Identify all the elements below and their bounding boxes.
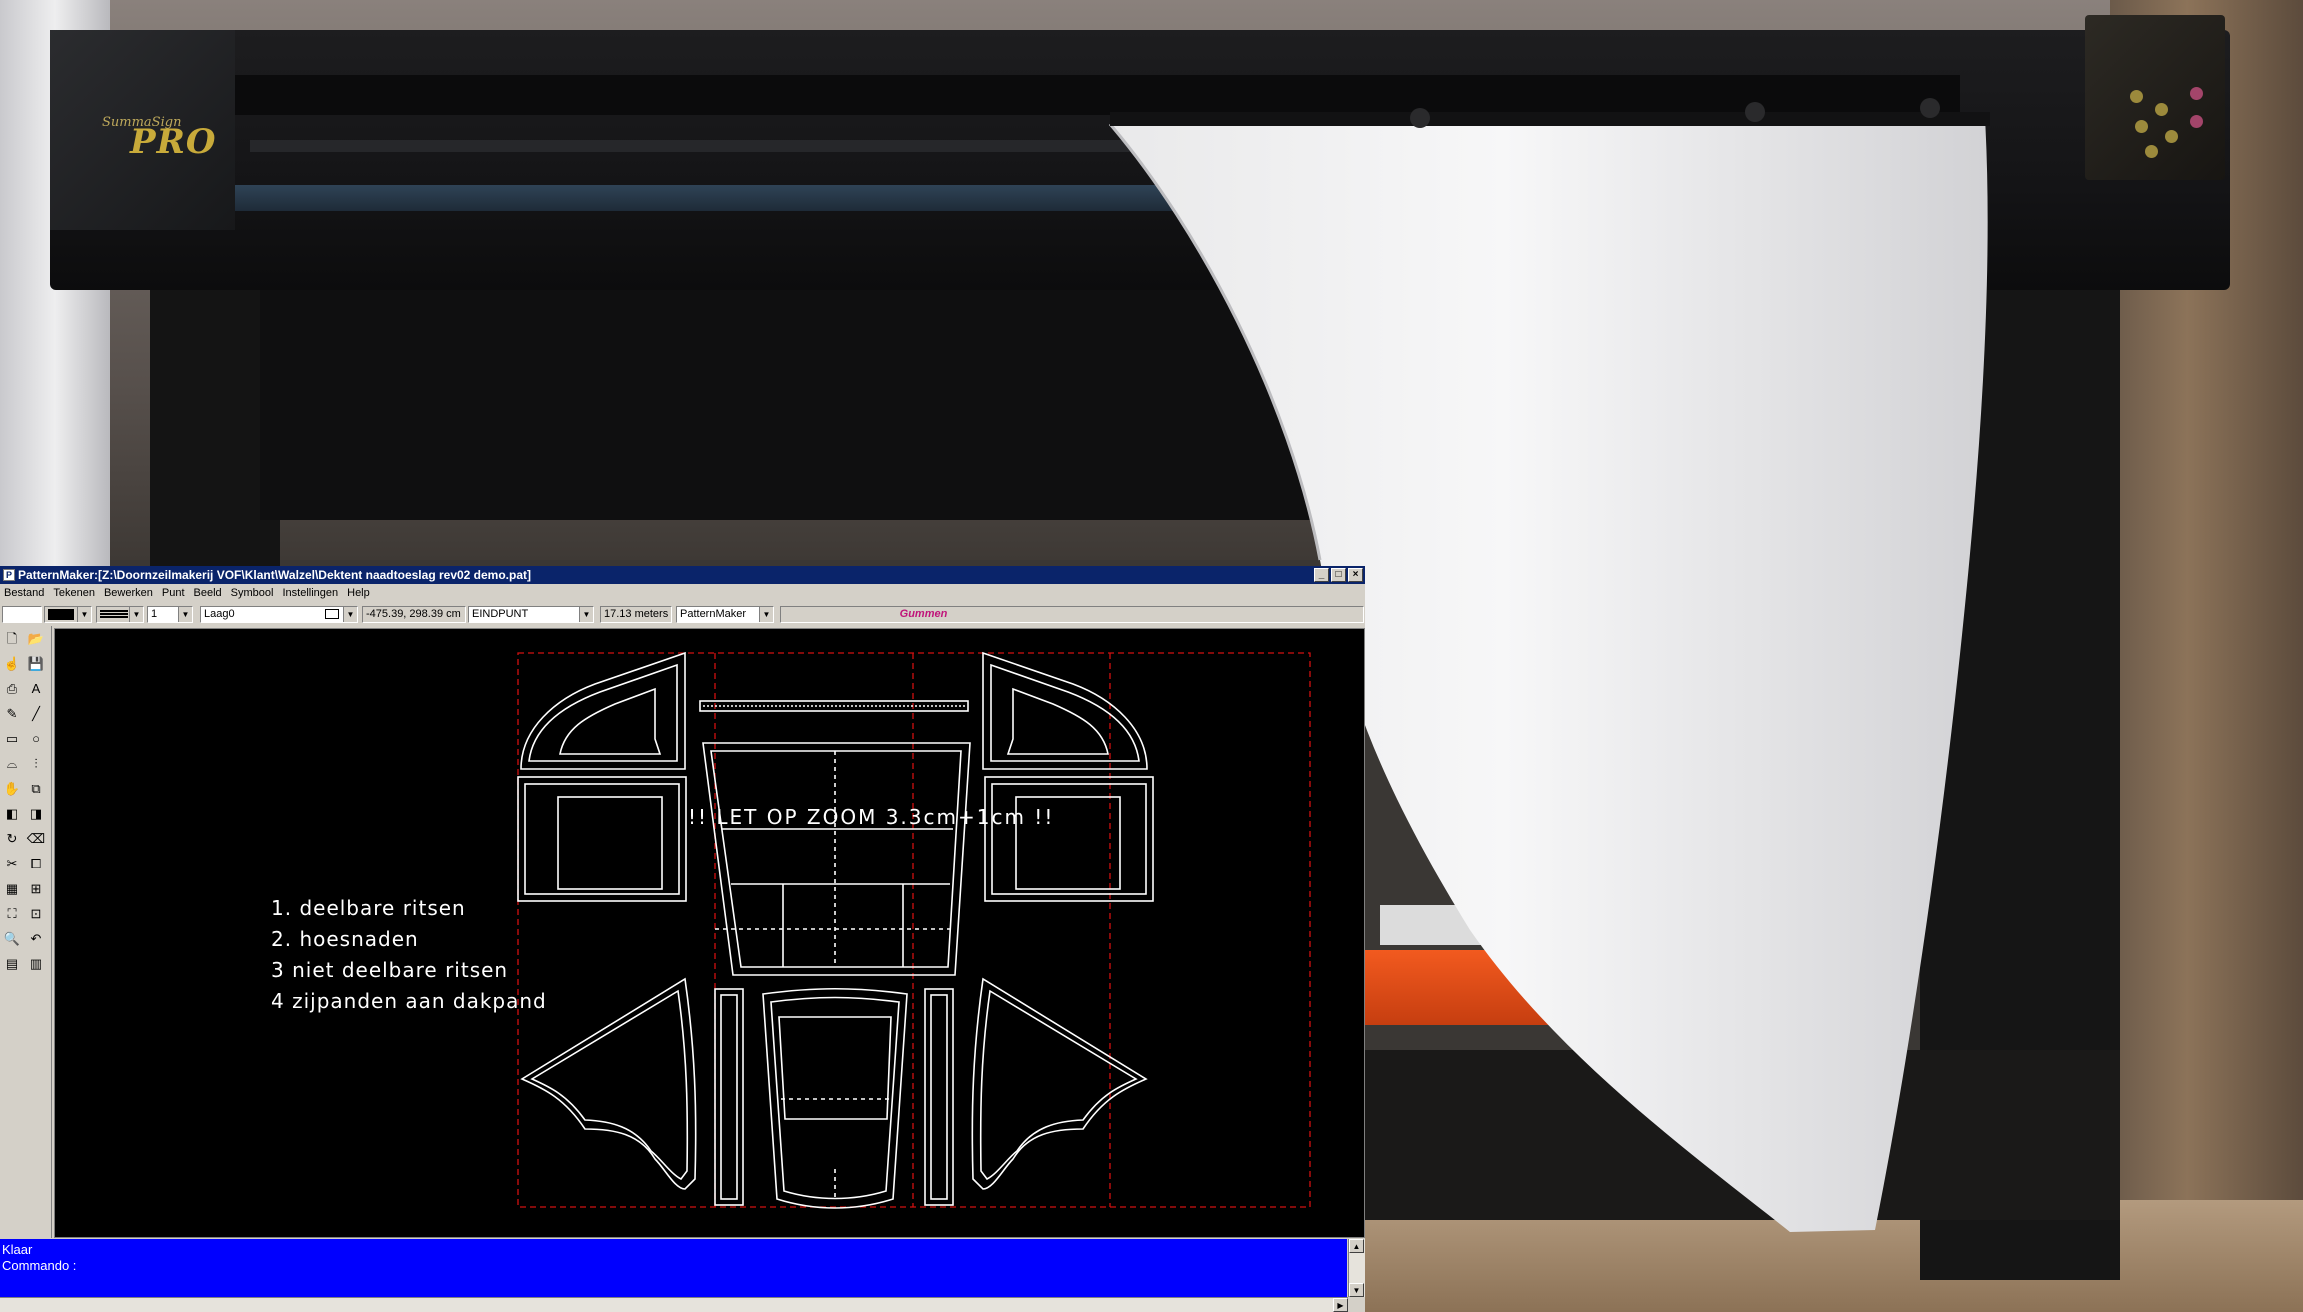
line-width-select[interactable]: 1 ▼ <box>147 606 193 623</box>
menu-help[interactable]: Help <box>343 585 375 602</box>
bridge-tool-icon[interactable]: ⌓ <box>2 754 22 774</box>
window-controls: _ □ × <box>1314 568 1363 582</box>
pattern-drawing <box>517 651 1311 1209</box>
restore-button[interactable]: □ <box>1331 568 1346 582</box>
line-style-icon <box>100 610 128 613</box>
pattern-piece-left-window <box>517 776 687 902</box>
chevron-down-icon[interactable]: ▼ <box>759 607 773 622</box>
sheet-border <box>517 652 1311 1208</box>
menu-punt[interactable]: Punt <box>158 585 190 602</box>
chevron-down-icon[interactable]: ▼ <box>77 607 91 622</box>
save-icon[interactable]: 💾 <box>26 654 46 674</box>
pattern-piece-bottom-left <box>520 977 697 1190</box>
title-bar[interactable]: P PatternMaker:[Z:\Doornzeilmakerij VOF\… <box>0 566 1365 584</box>
chevron-down-icon[interactable]: ▼ <box>129 607 143 622</box>
app-icon: P <box>3 569 15 581</box>
line-color-swatch <box>48 609 74 620</box>
pattern-piece-top-right <box>982 651 1148 770</box>
screenshot-root: SummaSign PRO P PatternMaker:[Z:\Doornze… <box>0 0 2303 1312</box>
zipper-strip <box>699 700 969 712</box>
command-prompt: Commando : <box>2 1258 77 1273</box>
copy-shape-icon[interactable]: ⧉ <box>26 779 46 799</box>
menu-beeld[interactable]: Beeld <box>190 585 227 602</box>
menu-bar: Bestand Tekenen Bewerken Punt Beeld Symb… <box>0 585 1365 602</box>
circle-tool-icon[interactable]: ○ <box>26 729 46 749</box>
status-vertical-scrollbar[interactable]: ▲ ▼ <box>1348 1239 1365 1297</box>
snap-mode-select[interactable]: EINDPUNT ▼ <box>468 606 594 623</box>
length-readout: 17.13 meters <box>600 606 672 623</box>
menu-instellingen[interactable]: Instellingen <box>278 585 343 602</box>
minimize-button[interactable]: _ <box>1314 568 1329 582</box>
node-tool-icon[interactable]: ⊞ <box>26 879 46 899</box>
scroll-up-icon[interactable]: ▲ <box>1349 1239 1364 1253</box>
pattern-piece-right-window <box>984 776 1154 902</box>
menu-bestand[interactable]: Bestand <box>0 585 49 602</box>
layers-icon[interactable]: ▤ <box>2 954 22 974</box>
command-line[interactable]: Commando : <box>2 1258 1345 1274</box>
pan-hand-icon[interactable]: ✋ <box>2 779 22 799</box>
text-tool-icon[interactable]: A <box>26 679 46 699</box>
new-file-icon[interactable]: 🗋 <box>2 629 22 649</box>
pattern-pieces <box>517 651 1154 1209</box>
pattern-piece-strips <box>714 988 954 1206</box>
line-width-value: 1 <box>151 608 158 620</box>
open-folder-icon[interactable]: 📂 <box>26 629 46 649</box>
offset-tool-icon[interactable]: ⧠ <box>26 854 46 874</box>
chevron-down-icon[interactable]: ▼ <box>178 607 192 622</box>
pattern-piece-top-left <box>520 651 686 770</box>
close-button[interactable]: × <box>1348 568 1363 582</box>
mode-value: PatternMaker <box>680 608 747 620</box>
line-color-select[interactable]: ▼ <box>44 606 92 623</box>
magnifier-icon[interactable]: 🔍 <box>2 929 22 949</box>
scroll-down-icon[interactable]: ▼ <box>1349 1283 1364 1297</box>
pattern-piece-roof <box>702 742 971 976</box>
menu-bewerken[interactable]: Bewerken <box>100 585 158 602</box>
window-title: PatternMaker:[Z:\Doornzeilmakerij VOF\Kl… <box>18 568 532 582</box>
zoom-warning-note: !! LET OP ZOOM 3.3cm+1cm !! <box>688 805 1055 829</box>
pointer-icon[interactable]: ☝ <box>2 654 22 674</box>
mirror-tool-icon[interactable]: ◧ <box>2 804 22 824</box>
undo-icon[interactable]: ↶ <box>26 929 46 949</box>
plot-sheet-outline <box>517 652 1311 1208</box>
line-style-select[interactable]: ▼ <box>96 606 144 623</box>
rotate-tool-icon[interactable]: ↻ <box>2 829 22 849</box>
fill-color-swatch[interactable] <box>2 606 42 623</box>
layer-select[interactable]: Laag0 ▼ <box>200 606 358 623</box>
chevron-down-icon[interactable]: ▼ <box>343 607 357 622</box>
menu-tekenen[interactable]: Tekenen <box>49 585 100 602</box>
layer-color-icon <box>325 609 339 619</box>
patternmaker-window: P PatternMaker:[Z:\Doornzeilmakerij VOF\… <box>0 566 1365 1312</box>
scissors-icon[interactable]: ✂ <box>2 854 22 874</box>
coordinate-value: -475.39, 298.39 cm <box>366 608 461 620</box>
layer-value: Laag0 <box>204 608 235 620</box>
length-value: 17.13 meters <box>604 608 669 620</box>
mode-select[interactable]: PatternMaker ▼ <box>676 606 774 623</box>
flip-tool-icon[interactable]: ◨ <box>26 804 46 824</box>
property-toolbar: ▼ ▼ 1 ▼ Laag0 ▼ -475.39, 298.39 cm EINDP… <box>0 603 1365 625</box>
snap-mode-value: EINDPUNT <box>472 608 529 620</box>
chevron-down-icon[interactable]: ▼ <box>579 607 593 622</box>
line-tool-icon[interactable]: ╱ <box>26 704 46 724</box>
zoom-window-icon[interactable]: ⊡ <box>26 904 46 924</box>
rectangle-tool-icon[interactable]: ▭ <box>2 729 22 749</box>
grid-tool-icon[interactable]: ▦ <box>2 879 22 899</box>
split-tool-icon[interactable]: ⫶ <box>26 754 46 774</box>
menu-symbool[interactable]: Symbool <box>227 585 279 602</box>
status-text: Klaar <box>2 1242 33 1257</box>
active-command-field: Gummen <box>780 606 1364 623</box>
pattern-piece-bottom-right <box>971 977 1148 1190</box>
coordinate-readout: -475.39, 298.39 cm <box>362 606 466 623</box>
pencil-icon[interactable]: ✎ <box>2 704 22 724</box>
tool-palette: 🗋 📂 ☝ 💾 ⎙ A ✎ ╱ ▭ ○ ⌓ ⫶ ✋ ⧉ ◧ ◨ ↻ ⌫ ✂ ⧠ … <box>0 626 52 1238</box>
active-command-value: Gummen <box>899 608 948 620</box>
horizontal-scrollbar[interactable]: ▶ <box>0 1297 1348 1312</box>
print-icon[interactable]: ⎙ <box>2 679 22 699</box>
eraser-icon[interactable]: ⌫ <box>26 829 46 849</box>
calculator-icon[interactable]: ▥ <box>26 954 46 974</box>
pattern-piece-door <box>762 987 908 1209</box>
drawing-canvas[interactable]: 1. deelbare ritsen 2. hoesnaden 3 niet d… <box>54 628 1365 1238</box>
status-bar: Klaar Commando : <box>0 1239 1347 1297</box>
zoom-extents-icon[interactable]: ⛶ <box>2 904 22 924</box>
scroll-right-icon[interactable]: ▶ <box>1333 1298 1348 1312</box>
